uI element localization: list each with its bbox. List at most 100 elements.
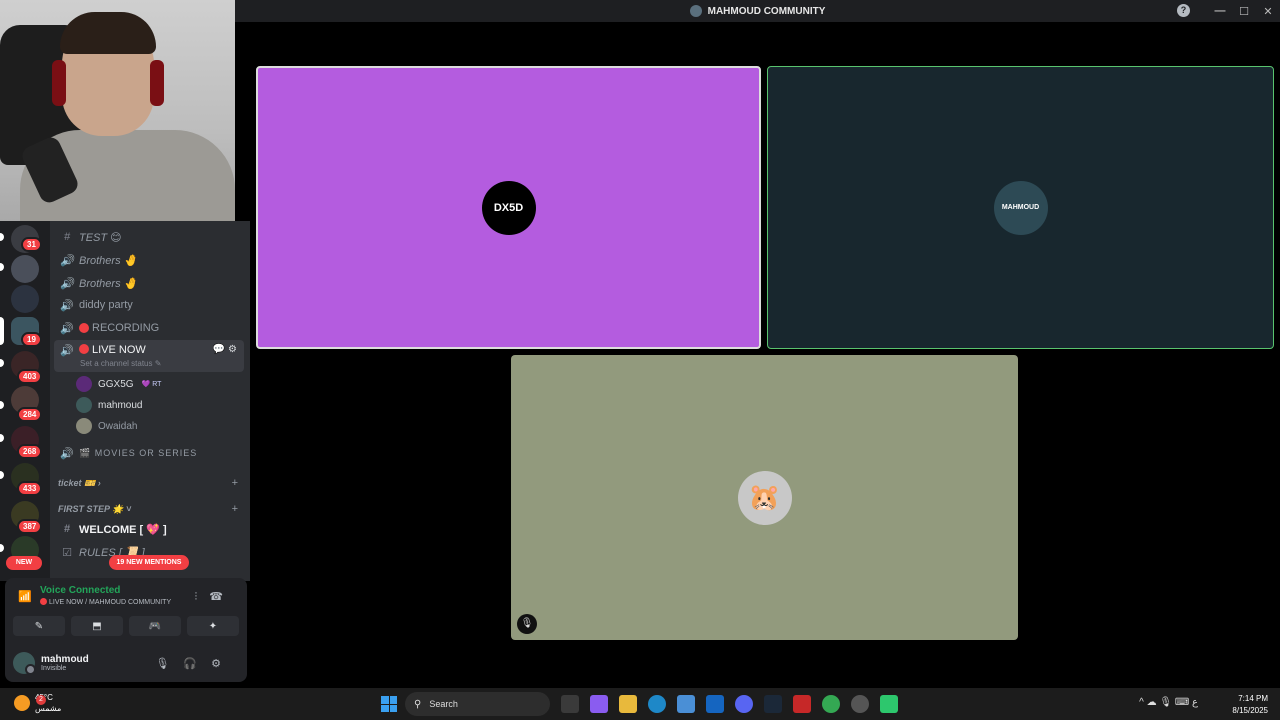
task-view-icon[interactable] (561, 695, 579, 713)
speaker-icon: 🔊 (60, 322, 74, 335)
channel-test[interactable]: # TEST 😊 (54, 226, 244, 248)
taskbar-apps (561, 695, 898, 713)
user-controls[interactable]: 🎙🎧⚙ (155, 657, 235, 670)
new-servers-badge[interactable]: NEW (6, 556, 42, 570)
screen-share-button[interactable]: ⬒ (71, 616, 123, 636)
clock[interactable]: 7:14 PM 8/15/2025 (1232, 693, 1268, 717)
channel-diddy-party[interactable]: 🔊 diddy party (54, 294, 244, 316)
speaker-icon: 🔊 (60, 345, 74, 357)
server-badge: 284 (17, 407, 43, 422)
help-icon[interactable]: ? (1177, 4, 1190, 17)
webcam-person-hair (60, 12, 156, 54)
window-controls: — ☐ ✕ (1208, 0, 1280, 22)
weather-badge: 2 (36, 695, 46, 705)
taskbar: 2 45°C مشمس ⚲ Search ^ ☁ 🎙 ⌨ ع 7:14 PM 8… (0, 688, 1280, 720)
channel-live-now[interactable]: 🔊 LIVE NOW Set a channel status ✎ 💬⚙ (54, 340, 244, 372)
add-channel-button[interactable]: + (232, 503, 238, 515)
video-tile-3[interactable]: 🐹 🎙 (511, 355, 1018, 640)
channel-recording[interactable]: 🔊 RECORDING (54, 317, 244, 339)
app-icon[interactable] (880, 695, 898, 713)
live-dot-icon (79, 344, 89, 354)
member-name: mahmoud (98, 399, 143, 411)
new-mentions-button[interactable]: 19 NEW MENTIONS (109, 555, 189, 570)
channel-status[interactable]: Set a channel status ✎ (80, 359, 161, 368)
outlook-icon[interactable] (706, 695, 724, 713)
speaker-icon: 🔊 (60, 277, 74, 290)
search-input[interactable]: ⚲ Search (405, 692, 550, 716)
voice-member[interactable]: Owaidah (76, 416, 137, 436)
edge-icon[interactable] (648, 695, 666, 713)
video-tile-2[interactable]: MAHMOUD (767, 66, 1274, 349)
server-badge: 19 (21, 332, 42, 347)
unread-pill (0, 359, 4, 367)
voice-status[interactable]: Voice Connected (40, 585, 120, 596)
soundboard-button[interactable]: ✦ (187, 616, 239, 636)
channel-brothers-2[interactable]: 🔊 Brothers 🤚 (54, 272, 244, 294)
category-ticket[interactable]: ticket 🎫 › (58, 478, 101, 489)
server-rail: 31 19 403 284 268 433 387 (0, 221, 50, 581)
avatar (76, 418, 92, 434)
participant-avatar: 🐹 (737, 470, 792, 525)
copilot-icon[interactable] (590, 695, 608, 713)
start-button[interactable] (381, 696, 397, 712)
voice-member[interactable]: GGX5G 💜 RT (76, 374, 165, 394)
headset-left (52, 60, 66, 106)
time: 7:14 PM (1238, 694, 1268, 703)
server-icon-3[interactable] (11, 285, 39, 313)
voicemod-icon[interactable] (793, 695, 811, 713)
discord-app: MAHMOUD COMMUNITY ? — ☐ ✕ 31 19 403 284 (0, 0, 1280, 688)
weather-widget[interactable]: 2 45°C مشمس (14, 692, 61, 714)
voice-actions[interactable]: ⫶☎ (195, 590, 235, 604)
date: 8/15/2025 (1232, 706, 1268, 715)
voice-member[interactable]: mahmoud (76, 395, 142, 415)
server-icon (689, 5, 702, 17)
user-panel[interactable]: mahmoud Invisible (13, 650, 89, 676)
channel-welcome[interactable]: # WELCOME [ 💖 ] (54, 518, 244, 540)
unread-pill (0, 233, 4, 241)
add-channel-button[interactable]: + (232, 477, 238, 489)
participant-avatar: MAHMOUD (993, 180, 1048, 235)
camera-off-button[interactable]: ✎ (13, 616, 65, 636)
server-icon-2[interactable] (11, 255, 39, 283)
server-badge: 387 (17, 519, 43, 534)
chrome-icon[interactable] (822, 695, 840, 713)
activity-button[interactable]: 🎮 (129, 616, 181, 636)
close-button[interactable]: ✕ (1256, 5, 1280, 18)
member-name: Owaidah (98, 420, 138, 432)
avatar (13, 652, 36, 675)
unread-pill (0, 544, 4, 552)
store-icon[interactable] (677, 695, 695, 713)
channel-label: Brothers 🤚 (79, 277, 138, 290)
category-first-step[interactable]: FIRST STEP 🌟 ˅ (58, 504, 131, 515)
signal-icon[interactable]: 📶 (18, 590, 32, 603)
channel-label: 🎬 MOVIES OR SERIES (79, 447, 198, 458)
channel-brothers-1[interactable]: 🔊 Brothers 🤚 (54, 249, 244, 271)
title-bar: MAHMOUD COMMUNITY ? — ☐ ✕ (235, 0, 1280, 22)
speaker-icon: 🔊 (60, 254, 74, 267)
server-badge: 268 (17, 444, 43, 459)
minimize-button[interactable]: — (1208, 5, 1232, 17)
participant-avatar: DX5D (481, 180, 536, 235)
video-tile-1[interactable]: DX5D (256, 66, 761, 349)
channel-tools-icons[interactable]: 💬⚙ (213, 344, 240, 355)
channel-movies[interactable]: 🔊 🎬 MOVIES OR SERIES (54, 442, 244, 464)
unread-pill (0, 434, 4, 442)
maximize-button[interactable]: ☐ (1232, 5, 1256, 18)
app-icon[interactable] (851, 695, 869, 713)
channel-label: WELCOME [ 💖 ] (79, 523, 167, 536)
avatar (76, 397, 92, 413)
channel-label: TEST 😊 (79, 231, 122, 244)
hash-icon: # (63, 523, 71, 535)
file-explorer-icon[interactable] (619, 695, 637, 713)
user-name: mahmoud (41, 654, 89, 665)
system-tray[interactable]: ^ ☁ 🎙 ⌨ ع (1139, 697, 1198, 708)
steam-icon[interactable] (764, 695, 782, 713)
channel-label: LIVE NOW (92, 344, 146, 356)
headset-right (150, 60, 164, 106)
server-badge: 31 (21, 237, 42, 252)
sun-icon (14, 695, 30, 711)
discord-icon[interactable] (735, 695, 753, 713)
webcam-overlay (0, 0, 235, 221)
voice-channel[interactable]: LIVE NOW / MAHMOUD COMMUNITY (40, 598, 171, 606)
rules-icon: ☑ (62, 546, 72, 559)
